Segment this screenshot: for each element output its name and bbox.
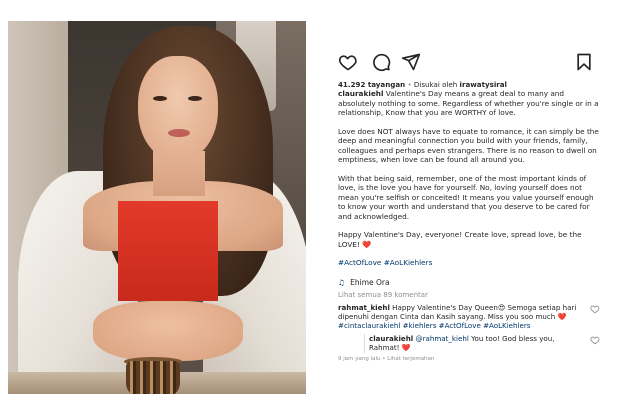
comment-heart-emoji: ❤️ [557,311,567,321]
music-title: Ehime Ora [350,277,390,287]
heart-emoji: ❤️ [362,239,372,249]
see-all-comments-link[interactable]: Lihat semua 89 komentar [338,291,600,299]
reply-meta: 9 jam yang lalu • Lihat terjemahan [338,355,435,362]
reply-item: claurakiehl @rahmat_kiehl You too! God b… [364,334,600,353]
views-and-likes: 41.292 tayangan • Disukai oleh irawatysi… [338,80,507,89]
reply-like-heart-icon[interactable] [590,335,600,345]
caption-paragraph-4: Happy Valentine's Day, everyone! Create … [338,230,582,249]
reply-author[interactable]: claurakiehl [369,334,413,343]
instagram-post: 41.292 tayangan • Disukai oleh irawatysi… [0,0,620,413]
comment-author[interactable]: rahmat_kiehl [338,303,390,312]
photo-red-top [118,201,218,301]
reply-heart-emoji: ❤️ [401,343,411,353]
view-count: 41.292 tayangan [338,80,406,89]
bookmark-icon[interactable] [574,52,594,72]
heart-outline-icon[interactable] [338,52,358,72]
music-note-icon: ♫ [338,277,345,287]
photo-face [138,56,218,161]
comment-hashtags[interactable]: #cintaclaurakiehl #kiehlers #ActOfLove #… [338,321,530,330]
reply-time: 9 jam yang lalu [338,355,381,362]
comment-item: rahmat_kiehl Happy Valentine's Day Queen… [338,303,600,331]
caption-paragraph-3: With that being said, remember, one of t… [338,173,594,221]
action-bar [338,50,600,76]
music-info[interactable]: ♫ Ehime Ora [338,278,600,287]
paper-plane-icon[interactable] [401,52,421,72]
caption: claurakiehl Valentine's Day means a grea… [338,89,600,268]
caption-paragraph-2: Love does NOT always have to equate to r… [338,126,599,165]
reply-mention[interactable]: @rahmat_kiehl [415,334,468,343]
caption-hashtags[interactable]: #ActOfLove #AoLKiehlers [338,258,600,268]
liked-by-user[interactable]: irawatysiral [460,80,507,89]
liked-by-prefix: Disukai oleh [413,80,458,89]
photo-cup [126,361,180,394]
see-translation-link[interactable]: Lihat terjemahan [387,356,434,362]
photo-arms [93,301,243,361]
comment-bubble-icon[interactable] [371,52,391,72]
caption-author[interactable]: claurakiehl [338,89,383,98]
photo-eye-left [153,96,167,101]
photo-lips [168,129,190,137]
comment-like-heart-icon[interactable] [590,304,600,314]
photo-eye-right [188,96,202,101]
post-photo[interactable] [8,21,306,394]
post-details-panel: 41.292 tayangan • Disukai oleh irawatysi… [338,50,600,405]
